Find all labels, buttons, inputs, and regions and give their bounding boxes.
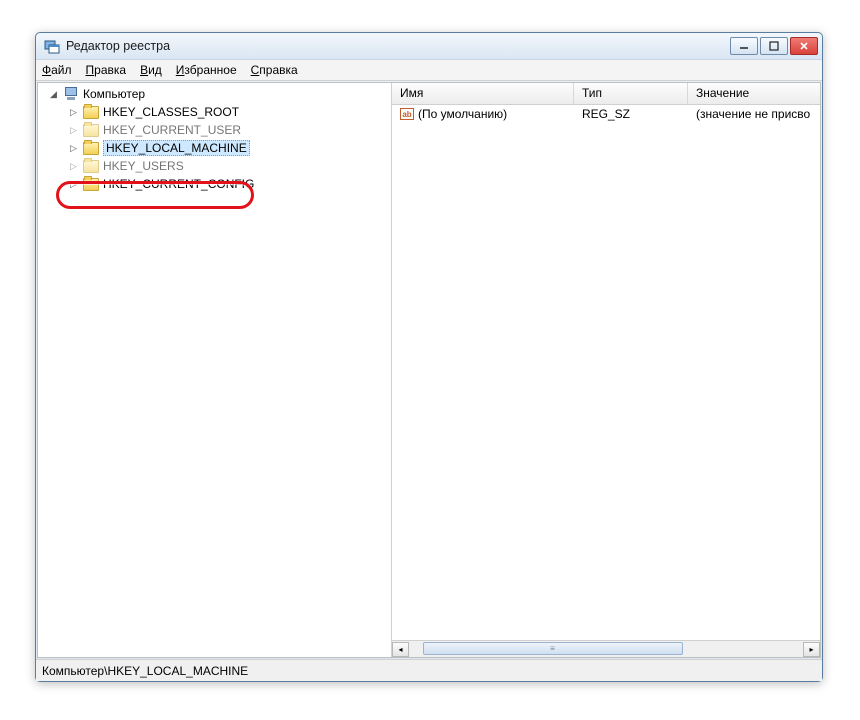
column-type[interactable]: Тип (574, 83, 688, 104)
client-area: ◢ Компьютер ▷ HKEY_CLASSES_ROOT ▷ (37, 82, 821, 658)
tree-item-label: HKEY_CLASSES_ROOT (103, 105, 239, 119)
scroll-left-button[interactable]: ◂ (392, 642, 409, 657)
value-data: (значение не присво (688, 107, 820, 121)
list-row[interactable]: ab (По умолчанию) REG_SZ (значение не пр… (392, 105, 820, 123)
folder-icon (83, 124, 99, 137)
expand-icon[interactable]: ▷ (68, 161, 79, 172)
tree-item-label: HKEY_CURRENT_USER (103, 123, 241, 137)
status-path: Компьютер\HKEY_LOCAL_MACHINE (42, 664, 248, 678)
scroll-thumb[interactable]: ≡ (423, 642, 683, 655)
folder-icon (83, 106, 99, 119)
list-body[interactable]: ab (По умолчанию) REG_SZ (значение не пр… (392, 105, 820, 640)
list-header: Имя Тип Значение (392, 83, 820, 105)
tree-pane[interactable]: ◢ Компьютер ▷ HKEY_CLASSES_ROOT ▷ (38, 83, 392, 657)
column-name[interactable]: Имя (392, 83, 574, 104)
maximize-button[interactable] (760, 37, 788, 55)
column-value[interactable]: Значение (688, 83, 820, 104)
menu-help[interactable]: Справка (251, 63, 298, 77)
scroll-track[interactable]: ≡ (409, 642, 803, 657)
minimize-button[interactable] (730, 37, 758, 55)
tree-item-hkcr[interactable]: ▷ HKEY_CLASSES_ROOT (38, 103, 391, 121)
tree-item-hku[interactable]: ▷ HKEY_USERS (38, 157, 391, 175)
string-value-icon: ab (400, 108, 414, 120)
horizontal-scrollbar[interactable]: ◂ ≡ ▸ (392, 640, 820, 657)
menu-edit[interactable]: Правка (86, 63, 127, 77)
tree-root[interactable]: ◢ Компьютер (38, 85, 391, 103)
tree-item-label: HKEY_CURRENT_CONFIG (103, 177, 254, 191)
window-title: Редактор реестра (66, 39, 170, 53)
folder-icon (83, 160, 99, 173)
close-button[interactable] (790, 37, 818, 55)
tree-item-label: HKEY_USERS (103, 159, 184, 173)
expand-icon[interactable]: ▷ (68, 107, 79, 118)
regedit-window: Редактор реестра Файл Правка Вид Избранн… (35, 32, 823, 682)
tree-root-label: Компьютер (83, 87, 145, 101)
titlebar[interactable]: Редактор реестра (36, 33, 822, 59)
scroll-right-button[interactable]: ▸ (803, 642, 820, 657)
tree-item-hkcc[interactable]: ▷ HKEY_CURRENT_CONFIG (38, 175, 391, 193)
menubar: Файл Правка Вид Избранное Справка (36, 59, 822, 81)
computer-icon (63, 87, 79, 101)
folder-icon (83, 142, 99, 155)
folder-icon (83, 178, 99, 191)
value-type: REG_SZ (574, 107, 688, 121)
menu-file[interactable]: Файл (42, 63, 72, 77)
collapse-icon[interactable]: ◢ (48, 89, 59, 100)
list-pane: Имя Тип Значение ab (По умолчанию) REG_S… (392, 83, 820, 657)
expand-icon[interactable]: ▷ (68, 179, 79, 190)
expand-icon[interactable]: ▷ (68, 143, 79, 154)
menu-favorites[interactable]: Избранное (176, 63, 237, 77)
statusbar: Компьютер\HKEY_LOCAL_MACHINE (36, 659, 822, 681)
app-icon (44, 38, 60, 54)
tree-item-hkcu[interactable]: ▷ HKEY_CURRENT_USER (38, 121, 391, 139)
tree-item-label: HKEY_LOCAL_MACHINE (103, 140, 250, 156)
menu-view[interactable]: Вид (140, 63, 162, 77)
expand-icon[interactable]: ▷ (68, 125, 79, 136)
value-name: (По умолчанию) (418, 107, 507, 121)
